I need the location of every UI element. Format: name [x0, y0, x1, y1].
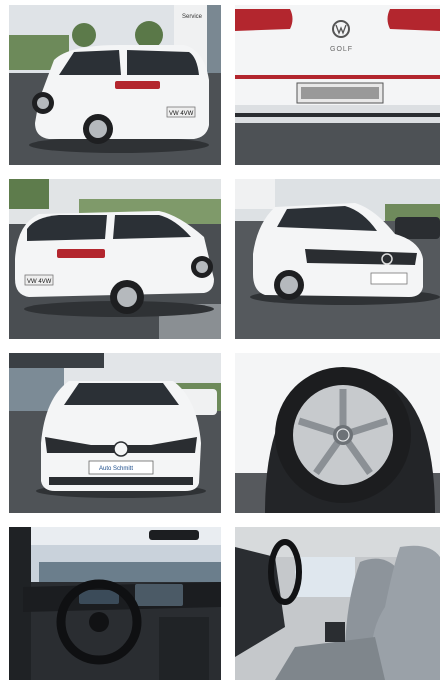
photo-front-view[interactable]: Auto Schmitt [9, 353, 221, 513]
photo-front-three-quarter[interactable] [235, 179, 440, 339]
photo-front-seats-interior[interactable] [235, 527, 440, 680]
car-front-view-image: Auto Schmitt [9, 353, 221, 513]
service-sign: Service [182, 14, 203, 20]
car-front-three-quarter-image [235, 179, 440, 339]
license-plate: VW 4VW [169, 111, 194, 117]
photo-gallery: Service VW 4VW GOLF VW 4VW Auto Schmitt [0, 0, 440, 680]
photo-cockpit-interior[interactable] [9, 527, 221, 680]
cockpit-interior-image [9, 527, 221, 680]
car-rear-close-up-image: GOLF [235, 5, 440, 165]
photo-rear-close-up[interactable]: GOLF [235, 5, 440, 165]
front-seats-interior-image [235, 527, 440, 680]
photo-wheel-close-up[interactable] [235, 353, 440, 513]
wheel-close-up-image [235, 353, 440, 513]
license-plate-2: VW 4VW [27, 279, 52, 285]
photo-rear-three-quarter[interactable]: Service VW 4VW [9, 5, 221, 165]
car-rear-three-quarter-image: Service VW 4VW [9, 5, 221, 165]
golf-badge: GOLF [330, 46, 353, 53]
dealer-plate-label: Auto Schmitt [99, 466, 133, 472]
photo-rear-three-quarter-2[interactable]: VW 4VW [9, 179, 221, 339]
car-rear-view-2-image: VW 4VW [9, 179, 221, 339]
